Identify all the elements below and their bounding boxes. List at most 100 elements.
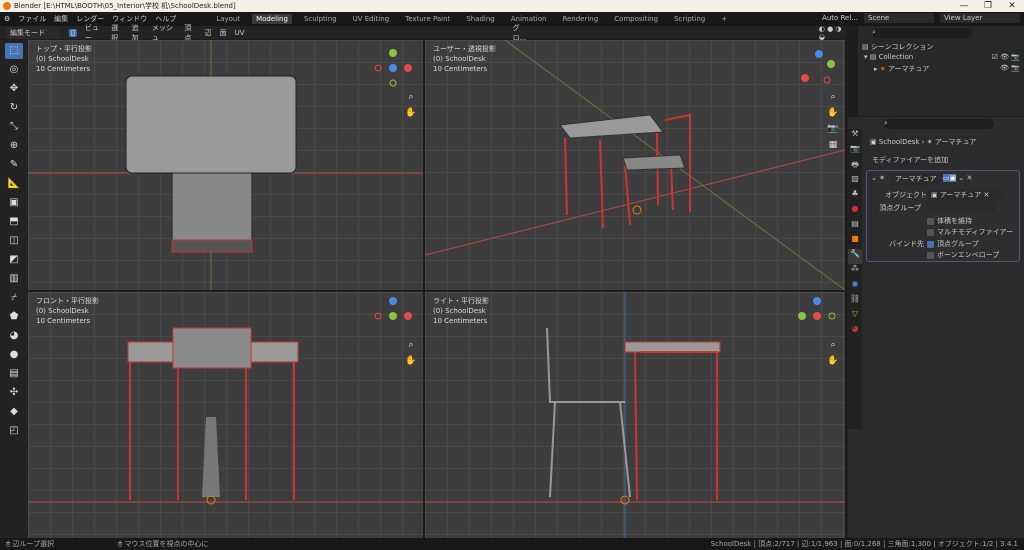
outliner-search-input[interactable]: ⌕: [872, 28, 972, 38]
desk-right-view: [425, 292, 845, 538]
tab-compositing[interactable]: Compositing: [610, 14, 662, 24]
visibility-toggles[interactable]: 👁 📷: [1000, 64, 1020, 72]
add-cube-tool-icon[interactable]: ▣: [5, 195, 23, 211]
camera-icon[interactable]: 📷: [827, 124, 839, 136]
view-layer-tab-icon[interactable]: ▧: [848, 174, 862, 189]
viewport-user-perspective[interactable]: ユーザー・透視投影 (0) SchoolDesk 10 Centimeters ⌕ …: [425, 40, 845, 290]
annotate-tool-icon[interactable]: ✎: [5, 157, 23, 173]
cursor-tool-icon[interactable]: ◎: [5, 62, 23, 78]
measure-tool-icon[interactable]: 📐: [5, 176, 23, 192]
output-tab-icon[interactable]: 🖶: [848, 159, 862, 174]
constraints-tab-icon[interactable]: ⛓: [848, 294, 862, 309]
collection-tab-icon[interactable]: ▤: [848, 219, 862, 234]
visibility-toggles[interactable]: ☑ 👁 📷: [992, 53, 1020, 61]
particles-tab-icon[interactable]: ⁂: [848, 264, 862, 279]
data-tab-icon[interactable]: ▽: [848, 309, 862, 324]
vertex-group-field[interactable]: [927, 202, 995, 212]
viewport-front[interactable]: フロント・平行投影 (0) SchoolDesk 10 Centimeters ⌕ …: [28, 292, 423, 538]
bind-vertex-groups-checkbox[interactable]: 頂点グループ: [927, 239, 979, 249]
select-box-tool-icon[interactable]: ⬚: [5, 43, 23, 59]
shrink-tool-icon[interactable]: ✣: [5, 385, 23, 401]
material-tab-icon[interactable]: ◕: [848, 324, 862, 339]
spin-tool-icon[interactable]: ◕: [5, 328, 23, 344]
outliner-collection[interactable]: ▾ ▤ Collection: [864, 53, 913, 61]
maximize-button[interactable]: ❐: [976, 0, 1000, 12]
shading-solid-button[interactable]: ◐ ● ◑ ◒: [819, 25, 846, 41]
scene-selector[interactable]: Scene: [864, 13, 934, 23]
tool-tab-icon[interactable]: ⚒: [848, 129, 862, 144]
scale-tool-icon[interactable]: ⤡: [5, 119, 23, 135]
extrude-tool-icon[interactable]: ⬒: [5, 214, 23, 230]
modifier-name-input[interactable]: アーマチュア: [891, 173, 951, 185]
menu-face[interactable]: 面: [220, 28, 227, 38]
smooth-tool-icon[interactable]: ●: [5, 347, 23, 363]
navigation-gizmo[interactable]: [373, 296, 413, 336]
pan-hand-icon[interactable]: ✋: [827, 356, 839, 368]
viewport-right[interactable]: ライト・平行投影 (0) SchoolDesk 10 Centimeters ⌕ ✋: [425, 292, 845, 538]
properties-search-input[interactable]: ⌕: [884, 119, 994, 129]
auto-run-button[interactable]: Auto Rel...: [822, 14, 858, 22]
outliner-armature[interactable]: ▸ ✶ アーマチュア: [874, 64, 929, 74]
navigation-gizmo[interactable]: [373, 48, 413, 88]
select-mode-edge[interactable]: ▯: [69, 28, 77, 37]
viewport-top[interactable]: トップ・平行投影 (0) SchoolDesk 10 Centimeters ⌕ ✋: [28, 40, 423, 290]
close-button[interactable]: ✕: [1000, 0, 1024, 12]
shear-tool-icon[interactable]: ◆: [5, 404, 23, 420]
rip-tool-icon[interactable]: ◰: [5, 423, 23, 439]
menu-edit[interactable]: 編集: [54, 14, 68, 24]
menu-uv[interactable]: UV: [235, 29, 245, 37]
zoom-icon[interactable]: ⌕: [827, 340, 839, 352]
navigation-gizmo[interactable]: [797, 48, 837, 88]
zoom-icon[interactable]: ⌕: [827, 92, 839, 104]
tab-sculpting[interactable]: Sculpting: [300, 14, 341, 24]
inset-tool-icon[interactable]: ◫: [5, 233, 23, 249]
tab-rendering[interactable]: Rendering: [558, 14, 602, 24]
tab-uv-editing[interactable]: UV Editing: [349, 14, 394, 24]
multi-modifier-checkbox[interactable]: マルチモディファイアー: [927, 227, 1013, 237]
add-modifier-button[interactable]: モディファイアーを追加: [868, 154, 1020, 166]
pan-hand-icon[interactable]: ✋: [827, 108, 839, 120]
knife-tool-icon[interactable]: ⌿: [5, 290, 23, 306]
modifier-tab-icon[interactable]: 🔧: [848, 249, 862, 264]
tab-scripting[interactable]: Scripting: [670, 14, 709, 24]
tab-shading[interactable]: Shading: [462, 14, 498, 24]
edge-slide-tool-icon[interactable]: ▤: [5, 366, 23, 382]
preserve-volume-checkbox[interactable]: 体積を維持: [927, 216, 972, 226]
tab-layout[interactable]: Layout: [212, 14, 244, 24]
blender-menu-icon[interactable]: ⚙: [4, 15, 10, 23]
move-tool-icon[interactable]: ✥: [5, 81, 23, 97]
navigation-gizmo[interactable]: [797, 296, 837, 336]
desk-front-view: [28, 327, 423, 505]
minimize-button[interactable]: —: [952, 0, 976, 12]
view-layer-selector[interactable]: View Layer: [940, 13, 1020, 23]
mode-selector[interactable]: 編集モード: [6, 26, 61, 39]
rotate-tool-icon[interactable]: ↻: [5, 100, 23, 116]
object-tab-icon[interactable]: ■: [848, 234, 862, 249]
menu-edge[interactable]: 辺: [205, 28, 212, 38]
collapse-icon[interactable]: ⌄ ✶: [871, 174, 885, 182]
add-workspace-button[interactable]: +: [717, 14, 731, 24]
poly-build-tool-icon[interactable]: ⬟: [5, 309, 23, 325]
physics-tab-icon[interactable]: ◉: [848, 279, 862, 294]
grid-icon[interactable]: ▦: [827, 140, 839, 152]
mouse-middle-hint: 🖱 マウス位置を視点の中心に: [118, 540, 209, 548]
tab-texture-paint[interactable]: Texture Paint: [401, 14, 454, 24]
transform-tool-icon[interactable]: ⊕: [5, 138, 23, 154]
bevel-tool-icon[interactable]: ◩: [5, 252, 23, 268]
zoom-icon[interactable]: ⌕: [405, 340, 417, 352]
label: 頂点グループ: [937, 240, 979, 248]
loop-cut-tool-icon[interactable]: ▥: [5, 271, 23, 287]
scene-tab-icon[interactable]: ♣: [848, 189, 862, 204]
modifier-display-toggles[interactable]: ▭▣ ⌄ ✕: [943, 174, 972, 182]
tab-modeling[interactable]: Modeling: [252, 14, 292, 24]
outliner-scene-collection[interactable]: ▤ シーンコレクション: [862, 42, 934, 52]
pan-hand-icon[interactable]: ✋: [405, 356, 417, 368]
render-tab-icon[interactable]: 📷: [848, 144, 862, 159]
breadcrumb: ▣ SchoolDesk › ✶ アーマチュア: [870, 138, 977, 146]
menu-file[interactable]: ファイル: [18, 14, 46, 24]
zoom-icon[interactable]: ⌕: [405, 92, 417, 104]
object-field[interactable]: ▣ アーマチュア ✕: [927, 189, 1003, 201]
bind-bone-envelopes-checkbox[interactable]: ボーンエンベロープ: [927, 250, 999, 260]
pan-hand-icon[interactable]: ✋: [405, 108, 417, 120]
world-tab-icon[interactable]: ●: [848, 204, 862, 219]
